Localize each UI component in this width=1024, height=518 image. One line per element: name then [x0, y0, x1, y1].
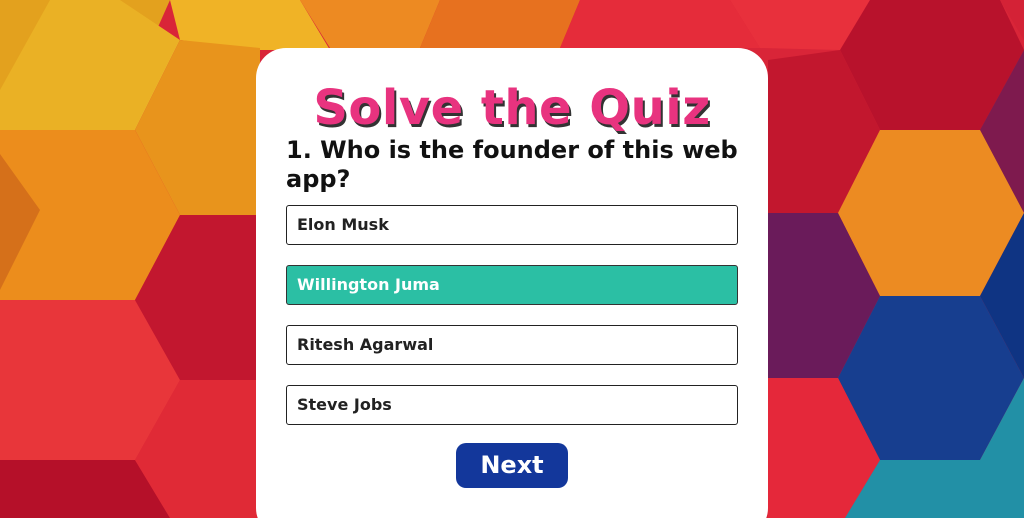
quiz-card: Solve the Quiz 1. Who is the founder of … — [256, 48, 768, 518]
question-text: 1. Who is the founder of this web app? — [286, 136, 738, 193]
option-willington-juma[interactable]: Willington Juma — [286, 265, 738, 305]
quiz-title: Solve the Quiz — [313, 80, 711, 136]
option-ritesh-agarwal[interactable]: Ritesh Agarwal — [286, 325, 738, 365]
next-button[interactable]: Next — [456, 443, 568, 488]
option-elon-musk[interactable]: Elon Musk — [286, 205, 738, 245]
option-steve-jobs[interactable]: Steve Jobs — [286, 385, 738, 425]
